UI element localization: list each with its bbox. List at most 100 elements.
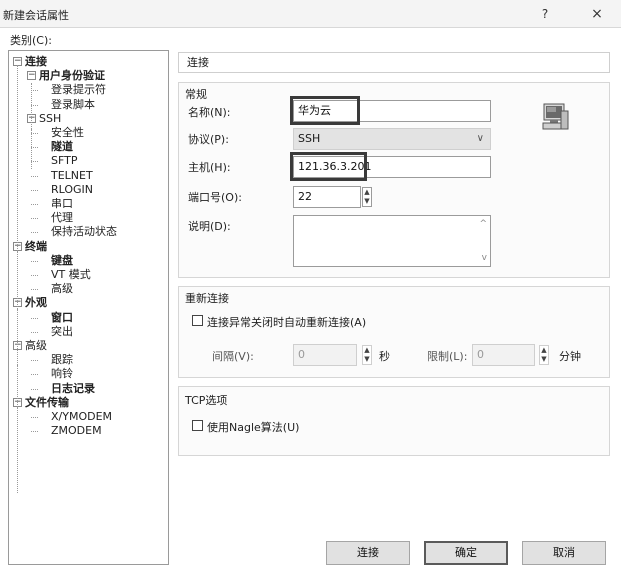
tree-connector bbox=[31, 331, 38, 333]
tree-connector bbox=[31, 218, 38, 220]
category-tree[interactable]: − 连接 − 用户身份验证 登录提示符 登录脚本 − SSH 安全性 隧道 SFTP TELNET RL… bbox=[8, 50, 169, 565]
tree-item[interactable]: 高级 bbox=[25, 339, 47, 353]
port-field[interactable]: 22 bbox=[293, 186, 361, 208]
auto-reconnect-checkbox[interactable] bbox=[192, 315, 203, 326]
category-label: 类别(C): bbox=[10, 34, 52, 47]
window-title: 新建会话属性 bbox=[3, 9, 69, 22]
tree-item[interactable]: 突出 bbox=[51, 325, 73, 339]
description-field[interactable]: ^ v bbox=[293, 215, 491, 267]
tree-item[interactable]: X/YMODEM bbox=[51, 410, 112, 424]
tree-item[interactable]: TELNET bbox=[51, 169, 93, 183]
tree-connector bbox=[31, 189, 38, 191]
tree-connector bbox=[31, 161, 38, 163]
tree-connector bbox=[31, 431, 38, 433]
tree-connector bbox=[31, 374, 38, 376]
interval-spinner[interactable]: ▲ ▼ bbox=[362, 345, 372, 365]
tree-item[interactable]: 键盘 bbox=[51, 254, 73, 268]
tree-connector bbox=[31, 317, 38, 319]
tree-connector bbox=[31, 275, 38, 276]
tree-connector bbox=[17, 309, 18, 359]
tree-item[interactable]: RLOGIN bbox=[51, 183, 93, 197]
name-highlight bbox=[290, 96, 360, 125]
tree-item[interactable]: 日志记录 bbox=[51, 382, 95, 396]
tree-item[interactable]: ZMODEM bbox=[51, 424, 102, 438]
tree-item[interactable]: 跟踪 bbox=[51, 353, 73, 367]
reconnect-group-title: 重新连接 bbox=[185, 290, 232, 306]
tree-connector bbox=[31, 289, 38, 291]
nagle-checkbox[interactable] bbox=[192, 420, 203, 431]
tree-item[interactable]: 安全性 bbox=[51, 126, 84, 140]
spin-down-icon[interactable]: ▼ bbox=[363, 197, 371, 206]
tree-item[interactable]: SSH bbox=[39, 112, 61, 126]
tree-item[interactable]: 代理 bbox=[51, 211, 73, 225]
host-highlight bbox=[290, 152, 367, 181]
tree-connector bbox=[31, 204, 38, 205]
tree-item[interactable]: 保持活动状态 bbox=[51, 225, 117, 239]
protocol-value: SSH bbox=[298, 132, 321, 145]
tree-connector bbox=[31, 417, 38, 418]
close-icon[interactable]: × bbox=[587, 5, 607, 23]
general-group-title: 常规 bbox=[185, 86, 210, 102]
auto-reconnect-label[interactable]: 连接异常关闭时自动重新连接(A) bbox=[207, 314, 366, 330]
reconnect-group: 重新连接 连接异常关闭时自动重新连接(A) 间隔(V): 0 ▲ ▼ 秒 限制(… bbox=[178, 286, 610, 378]
spin-down-icon[interactable]: ▼ bbox=[540, 355, 548, 364]
help-icon[interactable]: ? bbox=[535, 5, 555, 23]
interval-label: 间隔(V): bbox=[212, 350, 254, 363]
host-label: 主机(H): bbox=[188, 161, 231, 174]
tree-item[interactable]: 隧道 bbox=[51, 140, 73, 154]
tree-item[interactable]: 用户身份验证 bbox=[39, 69, 105, 83]
protocol-select[interactable]: SSH ∨ bbox=[293, 128, 491, 150]
spin-up-icon[interactable]: ▲ bbox=[540, 346, 548, 355]
tree-item[interactable]: 高级 bbox=[51, 282, 73, 296]
tree-item[interactable]: 窗口 bbox=[51, 311, 73, 325]
tcp-group-title: TCP选项 bbox=[185, 392, 231, 408]
breadcrumb: 连接 bbox=[178, 52, 610, 73]
spin-down-icon[interactable]: ▼ bbox=[363, 355, 371, 364]
tree-item[interactable]: 响铃 bbox=[51, 367, 73, 381]
computer-icon bbox=[542, 103, 569, 130]
spin-up-icon[interactable]: ▲ bbox=[363, 346, 371, 355]
name-label: 名称(N): bbox=[188, 106, 231, 119]
tree-connector bbox=[31, 232, 38, 234]
port-label: 端口号(O): bbox=[188, 191, 242, 204]
tree-connector bbox=[17, 407, 18, 493]
nagle-label[interactable]: 使用Nagle算法(U) bbox=[207, 419, 299, 435]
cancel-button[interactable]: 取消 bbox=[522, 541, 606, 565]
tree-item[interactable]: 连接 bbox=[25, 55, 47, 69]
interval-unit: 秒 bbox=[379, 350, 390, 363]
tree-connector bbox=[31, 260, 38, 262]
limit-unit: 分钟 bbox=[559, 350, 581, 363]
tree-item[interactable]: 登录脚本 bbox=[51, 98, 95, 112]
ok-button[interactable]: 确定 bbox=[424, 541, 508, 565]
description-label: 说明(D): bbox=[188, 220, 231, 233]
limit-label: 限制(L): bbox=[427, 350, 468, 363]
port-spinner[interactable]: ▲ ▼ bbox=[362, 187, 372, 207]
scroll-up-icon[interactable]: ^ bbox=[479, 219, 487, 229]
tree-connector bbox=[31, 129, 32, 169]
limit-field[interactable]: 0 bbox=[472, 344, 535, 366]
connect-button[interactable]: 连接 bbox=[326, 541, 410, 565]
tree-item[interactable]: VT 模式 bbox=[51, 268, 91, 282]
tree-connector bbox=[31, 104, 38, 106]
tree-collapse-icon[interactable]: − bbox=[27, 71, 36, 81]
spin-up-icon[interactable]: ▲ bbox=[363, 188, 371, 197]
scroll-down-icon[interactable]: v bbox=[482, 253, 487, 263]
interval-field[interactable]: 0 bbox=[293, 344, 357, 366]
tree-connector bbox=[31, 388, 38, 390]
protocol-label: 协议(P): bbox=[188, 133, 229, 146]
tree-item[interactable]: 文件传输 bbox=[25, 396, 69, 410]
limit-spinner[interactable]: ▲ ▼ bbox=[539, 345, 549, 365]
tree-item[interactable]: SFTP bbox=[51, 154, 77, 168]
tree-connector bbox=[31, 147, 38, 149]
tree-item[interactable]: 外观 bbox=[25, 296, 47, 310]
chevron-down-icon: ∨ bbox=[476, 133, 484, 144]
tree-connector bbox=[31, 133, 38, 134]
tree-connector bbox=[31, 360, 38, 362]
tree-connector bbox=[31, 90, 38, 92]
tree-connector bbox=[17, 251, 18, 301]
tree-item[interactable]: 串口 bbox=[51, 197, 73, 211]
title-bar: 新建会话属性 ? × bbox=[0, 0, 621, 28]
tree-connector bbox=[31, 175, 38, 177]
tree-item[interactable]: 终端 bbox=[25, 240, 47, 254]
tree-item[interactable]: 登录提示符 bbox=[51, 83, 106, 97]
